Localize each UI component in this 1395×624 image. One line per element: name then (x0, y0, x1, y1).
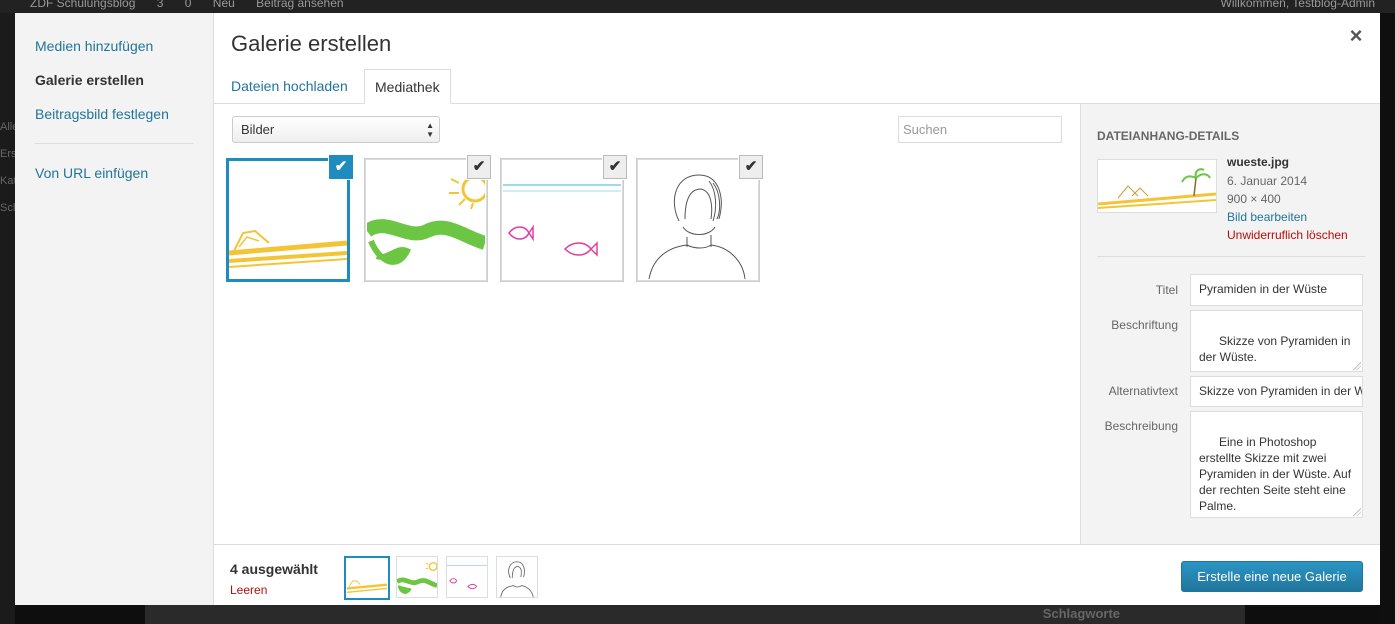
comments-count[interactable]: 0 (185, 0, 192, 10)
desert-sketch-image (346, 580, 388, 593)
attachment-thumbnail[interactable]: ✔ (364, 155, 491, 282)
attachment-thumbnail[interactable]: ✔ (226, 155, 353, 282)
details-thumbnail (1097, 159, 1217, 213)
details-separator (1097, 256, 1365, 257)
check-icon[interactable]: ✔ (739, 155, 763, 179)
admin-menu-label: Sch (0, 202, 15, 214)
alt-text-label: Alternativtext (1108, 384, 1178, 398)
title-field[interactable]: Pyramiden in der Wüste (1190, 274, 1363, 306)
details-heading: Dateianhang-Details (1097, 129, 1240, 143)
check-icon[interactable]: ✔ (329, 155, 353, 179)
menu-add-media[interactable]: Medien hinzufügen (35, 38, 153, 54)
details-dimensions: 900 × 400 (1227, 192, 1281, 206)
router-tabs: Dateien hochladen Mediathek (214, 69, 1380, 104)
alt-text-field[interactable]: Skizze von Pyramiden in der Wüste. (1190, 376, 1363, 407)
description-field[interactable]: Eine in Photoshop erstellte Skizze mit z… (1190, 411, 1363, 518)
backdrop-bottom: Schlagworte (15, 605, 1380, 624)
attachment-thumbnail[interactable]: ✔ (636, 155, 763, 282)
media-toolbar: 4 ausgewählt Leeren Erstelle eine neue G… (214, 544, 1380, 605)
updates-count[interactable]: 3 (157, 0, 164, 10)
details-date: 6. Januar 2014 (1227, 174, 1308, 188)
create-gallery-button[interactable]: Erstelle eine neue Galerie (1181, 561, 1363, 592)
view-post-link[interactable]: Beitrag ansehen (256, 0, 343, 10)
admin-bar-left: ZDF Schulungsblog 3 0 Neu Beitrag ansehe… (30, 0, 362, 10)
admin-menu-label: Kat (0, 175, 15, 187)
attachments-browser: Bilder ▲▼ ✔ ✔ (214, 104, 1080, 544)
check-icon[interactable]: ✔ (467, 155, 491, 179)
tab-media-library[interactable]: Mediathek (364, 69, 451, 104)
media-menu: Medien hinzufügen Galerie erstellen Beit… (15, 13, 214, 605)
description-label: Beschreibung (1104, 419, 1178, 433)
title-label: Titel (1155, 283, 1178, 297)
delete-permanently-link[interactable]: Unwiderruflich löschen (1227, 228, 1348, 242)
desert-palm-sketch-image (1097, 168, 1217, 209)
selection-thumbnail[interactable] (446, 556, 488, 598)
backdrop-right (1379, 13, 1395, 624)
fish-sketch-image (447, 565, 487, 590)
attachment-thumbnail[interactable]: ✔ (500, 155, 627, 282)
resize-grip-icon[interactable] (1353, 508, 1361, 516)
selection-thumbnail[interactable] (395, 556, 438, 598)
menu-insert-from-url[interactable]: Von URL einfügen (35, 165, 148, 181)
widget-title: Schlagworte (1042, 606, 1120, 621)
menu-separator (35, 143, 193, 144)
caption-value: Skizze von Pyramiden in der Wüste. (1199, 334, 1354, 364)
portrait-sketch-image (500, 561, 534, 598)
menu-set-featured-image[interactable]: Beitragsbild festlegen (35, 106, 169, 122)
clear-selection-link[interactable]: Leeren (230, 583, 267, 597)
edit-image-link[interactable]: Bild bearbeiten (1227, 210, 1307, 224)
details-filename: wueste.jpg (1227, 155, 1290, 169)
green-sun-sketch-image (395, 562, 438, 594)
menu-create-gallery[interactable]: Galerie erstellen (35, 72, 144, 88)
tab-upload-files[interactable]: Dateien hochladen (221, 69, 358, 104)
attachment-details-sidebar: Dateianhang-Details wueste.jpg 6. Januar… (1080, 104, 1380, 544)
site-name-link[interactable]: ZDF Schulungsblog (30, 0, 135, 10)
welcome-text[interactable]: Willkommen, Testblog-Admin (1221, 0, 1376, 10)
description-value: Eine in Photoshop erstellte Skizze mit z… (1199, 435, 1355, 513)
check-icon[interactable]: ✔ (603, 155, 627, 179)
resize-grip-icon[interactable] (1353, 362, 1361, 370)
admin-menu-label: Ers (0, 148, 15, 160)
admin-menu: Alle Ers Kat Sch (0, 13, 15, 624)
caption-field[interactable]: Skizze von Pyramiden in der Wüste. (1190, 310, 1363, 372)
selection-count: 4 ausgewählt (230, 561, 318, 577)
admin-menu-label: Alle (0, 121, 15, 133)
new-link[interactable]: Neu (213, 0, 235, 10)
modal-title: Galerie erstellen (231, 31, 392, 56)
close-icon[interactable]: × (1341, 23, 1371, 53)
media-modal: Medien hinzufügen Galerie erstellen Beit… (15, 13, 1380, 605)
selection-thumbnail[interactable] (496, 556, 538, 598)
admin-bar: ZDF Schulungsblog 3 0 Neu Beitrag ansehe… (0, 0, 1395, 13)
media-type-filter[interactable]: Bilder ▲ ▼ (232, 116, 440, 143)
caption-label: Beschriftung (1111, 318, 1178, 332)
search-input[interactable] (898, 116, 1062, 143)
filter-selected-value: Bilder (241, 122, 275, 137)
selection-thumbnail[interactable] (344, 556, 390, 600)
select-arrows-icon: ▲ ▼ (426, 121, 434, 139)
